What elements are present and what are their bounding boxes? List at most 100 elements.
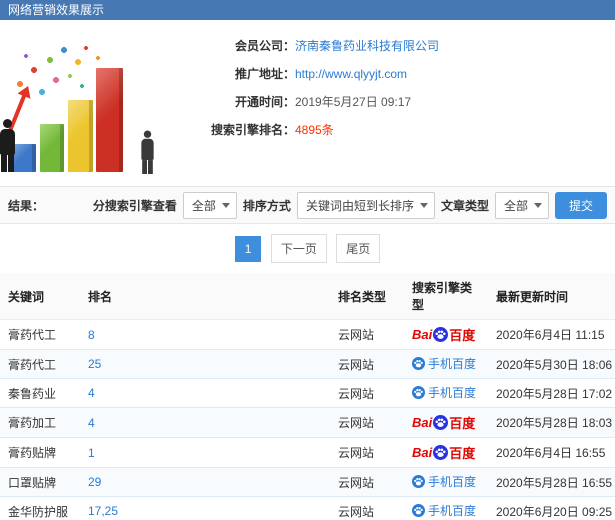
rank-type-cell: 云网站	[330, 319, 404, 350]
table-row: 膏药加工 4 云网站 Bai 百度 2020年5月28日 18:03	[0, 407, 615, 438]
open-time-row: 开通时间： 2019年5月27日 09:17	[185, 92, 615, 112]
header-updated: 最新更新时间	[488, 273, 615, 320]
updated-cell: 2020年6月4日 11:15	[488, 319, 615, 350]
chevron-down-icon	[221, 203, 230, 212]
result-label: 结果：	[8, 198, 45, 213]
keywords-table: 关键词 排名 排名类型 搜索引擎类型 最新更新时间 膏药代工 8 云网站 Bai…	[0, 273, 615, 520]
rank-link[interactable]: 29	[88, 475, 101, 489]
company-label: 会员公司：	[234, 39, 295, 53]
rank-type-cell: 云网站	[330, 467, 404, 497]
sort-label: 排序方式	[242, 198, 291, 213]
keyword-cell: 膏药代工	[0, 319, 80, 350]
engine-cell: 手机百度	[404, 467, 488, 497]
baidu-paw-icon	[433, 415, 449, 430]
keyword-cell: 膏药加工	[0, 407, 80, 438]
updated-cell: 2020年5月28日 18:03	[488, 407, 615, 438]
sort-value: 关键词由短到长排序	[305, 198, 414, 213]
promo-url-row: 推广地址： http://www.qlyyjt.com	[185, 64, 615, 84]
header-engine-type: 搜索引擎类型	[404, 273, 488, 320]
rank-type-cell: 云网站	[330, 407, 404, 438]
header-keyword: 关键词	[0, 273, 80, 320]
article-type-select[interactable]: 全部	[494, 191, 549, 219]
rank-link[interactable]: 1	[88, 446, 95, 460]
article-type-label: 文章类型	[440, 198, 489, 213]
baidu-paw-icon	[412, 504, 425, 517]
sort-select[interactable]: 关键词由短到长排序	[296, 191, 435, 219]
chart-bar	[68, 100, 93, 172]
engine-filter-select[interactable]: 全部	[182, 191, 237, 219]
rank-type-cell: 云网站	[330, 378, 404, 408]
keyword-cell: 膏药代工	[0, 349, 80, 379]
submit-button[interactable]: 提交	[554, 191, 607, 219]
rank-count-label: 搜索引擎排名：	[210, 123, 295, 137]
rank-link[interactable]: 4	[88, 386, 95, 400]
chevron-down-icon	[419, 203, 428, 212]
page-title: 网络营销效果展示	[8, 3, 105, 17]
engine-filter-value: 全部	[191, 198, 216, 213]
table-row: 膏药贴牌 1 云网站 Bai 百度 2020年6月4日 16:55	[0, 437, 615, 468]
baidu-logo-icon: Bai 百度	[412, 327, 476, 343]
rank-type-cell: 云网站	[330, 437, 404, 468]
rank-count-row: 搜索引擎排名： 4895条	[185, 120, 615, 140]
rank-link[interactable]: 17,25	[88, 504, 118, 518]
table-row: 金华防护服 17,25 云网站 手机百度 2020年6月20日 09:25	[0, 496, 615, 520]
mobile-baidu-icon: 手机百度	[412, 384, 476, 401]
updated-cell: 2020年5月28日 16:55	[488, 467, 615, 497]
engine-cell: Bai 百度	[404, 437, 488, 468]
table-row: 膏药代工 25 云网站 手机百度 2020年5月30日 18:06	[0, 349, 615, 379]
baidu-paw-icon	[433, 445, 449, 460]
keyword-cell: 口罩贴牌	[0, 467, 80, 497]
rank-link[interactable]: 25	[88, 357, 101, 371]
baidu-logo-icon: Bai 百度	[412, 415, 476, 431]
baidu-paw-icon	[433, 327, 449, 342]
table-row: 膏药代工 8 云网站 Bai 百度 2020年6月4日 11:15	[0, 319, 615, 350]
page-next[interactable]: 下一页	[270, 234, 327, 263]
engine-filter-label: 分搜索引擎查看	[92, 198, 177, 213]
businessman-figure	[0, 119, 15, 172]
promo-url-label: 推广地址：	[234, 67, 295, 81]
keyword-cell: 膏药贴牌	[0, 437, 80, 468]
baidu-logo-icon: Bai 百度	[412, 445, 476, 461]
updated-cell: 2020年5月30日 18:06	[488, 349, 615, 379]
baidu-paw-icon	[412, 357, 425, 370]
table-header-row: 关键词 排名 排名类型 搜索引擎类型 最新更新时间	[0, 273, 615, 320]
keyword-cell: 秦鲁药业	[0, 378, 80, 408]
open-time-label: 开通时间：	[234, 95, 295, 109]
rank-count-value: 4895条	[295, 123, 334, 137]
baidu-paw-icon	[412, 386, 425, 399]
engine-cell: Bai 百度	[404, 407, 488, 438]
header-rank: 排名	[80, 273, 330, 320]
engine-cell: 手机百度	[404, 349, 488, 379]
businessman-figure	[141, 130, 154, 174]
title-bar: 网络营销效果展示	[0, 0, 615, 20]
pagination: 1 下一页 尾页	[0, 224, 615, 273]
article-type-value: 全部	[503, 198, 528, 213]
updated-cell: 2020年6月4日 16:55	[488, 437, 615, 468]
baidu-paw-icon	[412, 475, 425, 488]
rank-link[interactable]: 4	[88, 416, 95, 430]
bar-chart-illustration	[0, 20, 185, 178]
info-section: 会员公司： 济南秦鲁药业科技有限公司 推广地址： http://www.qlyy…	[0, 20, 615, 186]
table-row: 口罩贴牌 29 云网站 手机百度 2020年5月28日 16:55	[0, 467, 615, 497]
open-time-value: 2019年5月27日 09:17	[295, 95, 412, 109]
chart-bar	[40, 124, 64, 172]
keyword-cell: 金华防护服	[0, 496, 80, 520]
updated-cell: 2020年6月20日 09:25	[488, 496, 615, 520]
rank-type-cell: 云网站	[330, 349, 404, 379]
member-info: 会员公司： 济南秦鲁药业科技有限公司 推广地址： http://www.qlyy…	[185, 20, 615, 186]
mobile-baidu-icon: 手机百度	[412, 355, 476, 372]
page-current[interactable]: 1	[234, 236, 262, 262]
company-link[interactable]: 济南秦鲁药业科技有限公司	[295, 36, 439, 56]
rank-link[interactable]: 8	[88, 328, 95, 342]
header-rank-type: 排名类型	[330, 273, 404, 320]
chart-bar	[12, 144, 36, 172]
engine-cell: Bai 百度	[404, 319, 488, 350]
promo-url-link[interactable]: http://www.qlyyjt.com	[295, 64, 407, 84]
filter-bar: 结果： 分搜索引擎查看 全部 排序方式 关键词由短到长排序 文章类型 全部 提交	[0, 186, 615, 224]
mobile-baidu-icon: 手机百度	[412, 502, 476, 519]
chart-bar	[96, 68, 123, 172]
company-row: 会员公司： 济南秦鲁药业科技有限公司	[185, 36, 615, 56]
updated-cell: 2020年5月28日 17:02	[488, 378, 615, 408]
marketing-results-panel: 网络营销效果展示 会员公司： 济南秦鲁药业科技有限公司 推广地址： http:/…	[0, 0, 615, 520]
page-last[interactable]: 尾页	[336, 234, 381, 263]
